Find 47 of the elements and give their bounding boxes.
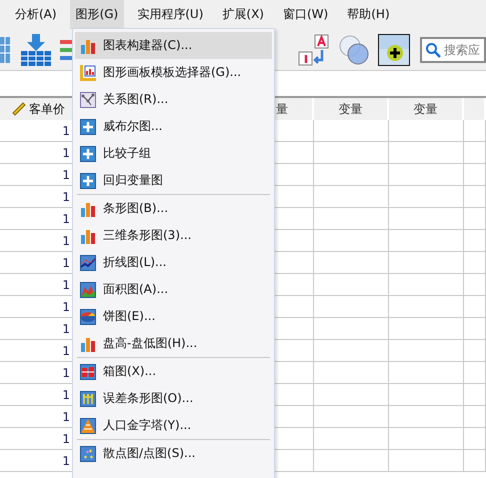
menu-bar-item[interactable]: 帮助(H): [341, 0, 396, 29]
pyramid-icon: [80, 418, 96, 434]
menu-item[interactable]: 图表构建器(C)...: [75, 32, 272, 59]
error-bar-icon: [80, 390, 96, 406]
line-chart-icon: [80, 254, 96, 270]
add-icon[interactable]: [378, 34, 410, 66]
menu-item[interactable]: 面积图(A)...: [75, 276, 272, 303]
menu-item[interactable]: 箱图(X)...: [75, 358, 272, 385]
bar-chart-icon: [80, 228, 96, 244]
menu-bar-item[interactable]: 扩展(X): [216, 0, 270, 29]
nodes-icon: [80, 92, 96, 108]
bar-chart-icon: [80, 200, 96, 216]
menu-item[interactable]: 条形图(B)...: [75, 195, 272, 222]
plus-icon: [80, 172, 96, 188]
ruler-chart-icon: [80, 64, 96, 80]
menu-bar-item[interactable]: 分析(A): [9, 0, 63, 29]
plus-icon: [80, 118, 96, 134]
box-plot-icon: [80, 364, 96, 380]
menu-item[interactable]: 盘高-盘低图(H)...: [75, 330, 272, 357]
menu-bar-item[interactable]: 实用程序(U): [131, 0, 210, 29]
menu-item[interactable]: 散点图/点图(S)...: [75, 440, 272, 467]
table-icon[interactable]: [0, 34, 10, 64]
import-data-icon[interactable]: [20, 34, 52, 66]
value-labels-icon[interactable]: [298, 34, 330, 66]
search-field[interactable]: 搜索应: [420, 36, 486, 62]
bar-chart-icon: [80, 38, 96, 54]
bar-chart-icon: [80, 336, 96, 352]
overlapping-circles-icon[interactable]: [338, 34, 370, 66]
area-chart-icon: [80, 282, 96, 298]
plus-icon: [80, 146, 96, 162]
menu-item[interactable]: 饼图(E)...: [75, 303, 272, 330]
pie-chart-icon: [80, 308, 96, 324]
column-label: 客单价: [29, 100, 65, 118]
menu-item[interactable]: 折线图(L)...: [75, 249, 272, 276]
menu-item[interactable]: 人口金字塔(Y)...: [75, 412, 272, 439]
menu-item[interactable]: 图形画板模板选择器(G)...: [75, 59, 272, 86]
scatter-icon: [80, 446, 96, 462]
menu-item[interactable]: 三维条形图(3)...: [75, 222, 272, 249]
list-icon[interactable]: [60, 38, 72, 62]
menu-bar-item[interactable]: 图形(G): [70, 0, 124, 29]
ruler-icon: [12, 102, 26, 116]
menu-bar-item[interactable]: 窗口(W): [277, 0, 334, 29]
menu-item[interactable]: 比较子组: [75, 140, 272, 167]
column-header: 变量: [314, 98, 389, 120]
menu-item[interactable]: 回归变量图: [75, 167, 272, 194]
column-header: 变量: [389, 98, 464, 120]
menu-item[interactable]: 误差条形图(O)...: [75, 385, 272, 412]
